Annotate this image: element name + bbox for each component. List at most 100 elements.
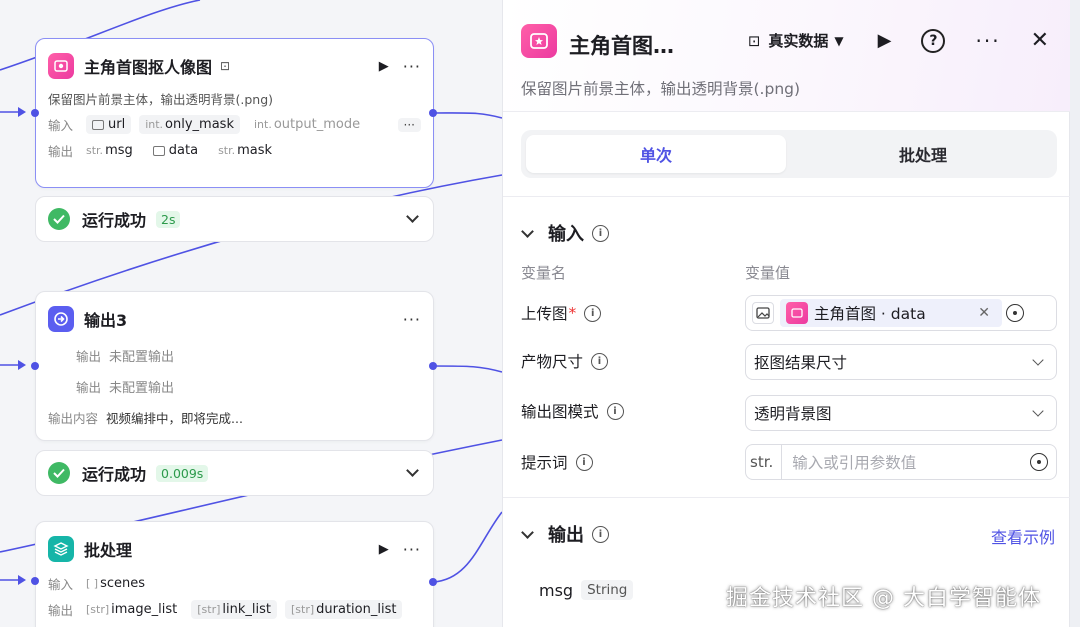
node-batch[interactable]: 批处理 ▶ ··· 输入 [ ] scenes 输出 [str] image_lis… [35, 521, 434, 627]
node-outputs-row: 输出 str. msg data str. mask [48, 141, 421, 160]
output-variable: msg String [539, 580, 634, 600]
node-more-button[interactable]: ··· [403, 310, 421, 329]
output-size-select[interactable]: 抠图结果尺寸 [745, 344, 1057, 380]
input-chip: int. only_mask [139, 115, 240, 134]
info-icon[interactable]: i [584, 304, 602, 322]
node-outputs-row: 输出 [str] image_list [str] link_list [str] d… [48, 600, 421, 619]
edge-line [432, 365, 503, 373]
input-port[interactable] [31, 109, 39, 117]
status-text: 运行成功 [82, 465, 147, 484]
background-panel-edge [1070, 0, 1080, 627]
run-button[interactable]: ▶ [878, 30, 892, 51]
chevron-down-icon[interactable] [521, 525, 534, 539]
output-chip: [str] duration_list [285, 600, 403, 619]
prompt-input[interactable]: str. 输入或引用参数值 [745, 444, 1057, 480]
output-chip: str. msg [86, 143, 133, 158]
field-label-prompt: 提示词 i [521, 451, 593, 473]
output-section-header[interactable]: 输出 i [521, 521, 609, 547]
node-title: 批处理 [84, 541, 133, 560]
output-chip: data [147, 141, 204, 160]
node-matting[interactable]: 主角首图抠人像图 ⊡ ▶ ··· 保留图片前景主体，输出透明背景(.png) 输… [35, 38, 434, 188]
input-chip: url [86, 115, 132, 134]
plugin-icon: ⊡ [747, 31, 761, 50]
image-icon [752, 302, 774, 324]
run-status-bar[interactable]: 运行成功 2s [35, 196, 434, 242]
type-tag: String [581, 580, 634, 600]
success-check-icon [48, 208, 70, 230]
status-text: 运行成功 [82, 211, 147, 230]
clear-icon[interactable]: ✕ [978, 305, 990, 321]
info-icon[interactable]: i [592, 525, 609, 543]
input-chip: int. output_mode [253, 117, 361, 132]
node-title: 主角首图抠人像图 [84, 58, 213, 77]
duration-badge: 2s [156, 210, 181, 228]
output-content-row: 输出内容 视频编排中，即将完成... [48, 411, 243, 426]
help-icon[interactable]: ? [921, 28, 946, 53]
variable-reference-chip[interactable]: 主角首图 · data ✕ [780, 299, 1002, 327]
image-edit-icon [786, 302, 808, 324]
run-node-button[interactable]: ▶ [379, 59, 389, 74]
column-header-name: 变量名 [521, 264, 567, 282]
image-icon [92, 119, 104, 130]
duration-badge: 0.009s [156, 464, 209, 482]
run-node-button[interactable]: ▶ [379, 542, 389, 557]
field-label-size: 产物尺寸 i [521, 350, 609, 372]
info-icon[interactable]: i [575, 453, 593, 471]
panel-description: 保留图片前景主体，输出透明背景(.png) [521, 80, 801, 98]
node-inputs-row: 输入 url int. only_mask int. output_mode ··· [48, 115, 421, 134]
mode-tabs: 单次 批处理 [521, 130, 1057, 178]
tab-batch[interactable]: 批处理 [793, 135, 1053, 173]
node-more-button[interactable]: ··· [403, 540, 421, 559]
output-row: 输出 未配置输出 [76, 380, 175, 396]
node-title: 输出3 [84, 311, 128, 330]
close-button[interactable]: ✕ [1031, 28, 1049, 53]
data-source-select[interactable]: 真实数据 [768, 30, 828, 51]
panel-header: 主角首图… ⊡ 真实数据 ▼ ▶ ? ··· ✕ 保留图片前景主体，输出透明背景… [503, 0, 1071, 112]
node-description: 保留图片前景主体，输出透明背景(.png) [48, 92, 274, 107]
panel-title: 主角首图… [569, 34, 674, 58]
input-section-header[interactable]: 输入 i [521, 220, 609, 246]
chevron-down-icon[interactable] [406, 464, 419, 477]
input-port[interactable] [31, 577, 39, 585]
more-inputs-button[interactable]: ··· [397, 117, 421, 132]
tab-single[interactable]: 单次 [526, 135, 786, 173]
output-node-icon [48, 306, 74, 332]
info-icon[interactable]: i [591, 352, 609, 370]
input-port[interactable] [31, 362, 39, 370]
chevron-down-icon[interactable] [406, 210, 419, 223]
chevron-down-icon[interactable] [521, 224, 534, 238]
output-port[interactable] [429, 109, 437, 117]
node-output3[interactable]: 输出3 ··· 输出 未配置输出 输出 未配置输出 输出内容 视频编排中，即将完… [35, 291, 434, 441]
image-edit-icon [48, 53, 74, 79]
image-icon [152, 145, 165, 156]
upload-image-field[interactable]: 主角首图 · data ✕ [745, 295, 1057, 331]
edge-line [432, 112, 503, 119]
caret-down-icon[interactable]: ▼ [834, 34, 843, 48]
more-button[interactable]: ··· [975, 29, 1000, 53]
image-edit-icon [521, 24, 557, 58]
reference-target-icon[interactable] [1030, 453, 1048, 471]
info-icon[interactable]: i [606, 402, 624, 420]
type-tag: str. [750, 445, 783, 479]
chevron-down-icon [1032, 354, 1044, 366]
output-row: 输出 未配置输出 [76, 349, 175, 365]
reference-target-icon[interactable] [1006, 304, 1024, 322]
chevron-down-icon [1032, 405, 1044, 417]
watermark: 掘金技术社区 @ 大白学智能体 [726, 586, 1041, 611]
output-chip: [str] image_list [86, 602, 178, 617]
edge-line [432, 511, 503, 583]
run-status-bar[interactable]: 运行成功 0.009s [35, 450, 434, 496]
column-header-value: 变量值 [745, 264, 791, 282]
info-icon[interactable]: i [592, 224, 609, 242]
field-label-mode: 输出图模式 i [521, 400, 624, 422]
node-inputs-row: 输入 [ ] scenes [48, 574, 421, 593]
output-chip: [str] link_list [191, 600, 277, 619]
node-more-button[interactable]: ··· [403, 57, 421, 76]
output-port[interactable] [429, 362, 437, 370]
output-port[interactable] [429, 578, 437, 586]
see-example-link[interactable]: 查看示例 [991, 524, 1055, 548]
output-mode-select[interactable]: 透明背景图 [745, 395, 1057, 431]
success-check-icon [48, 462, 70, 484]
field-label-upload: 上传图 * i [521, 302, 602, 324]
input-chip: [ ] scenes [86, 576, 146, 591]
